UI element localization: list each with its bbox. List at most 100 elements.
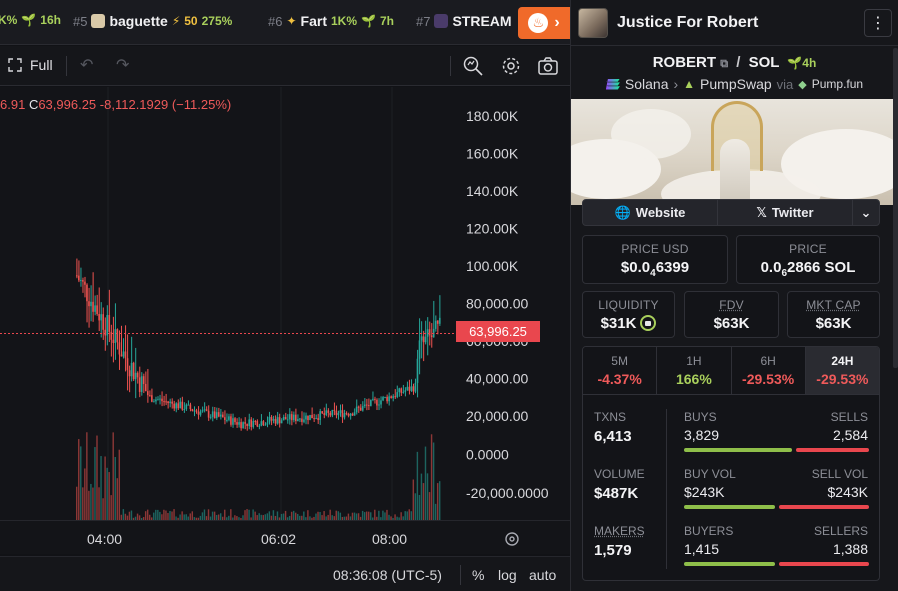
redo-icon[interactable]: ↷ [116,55,129,75]
lock-icon[interactable] [640,315,657,332]
liquidity-value-row: $31K [583,315,674,332]
token-logo-icon [91,14,106,28]
volume-bar [284,510,287,520]
candle-body [244,422,246,424]
volume-bar [246,509,248,520]
tab-change: -29.53% [742,371,795,387]
candle-body [333,409,336,411]
price-sol-zeros: 6 [781,268,788,279]
log-scale-toggle[interactable]: log [498,567,517,583]
volume-bar [290,511,293,520]
website-label: Website [635,205,686,220]
candle-body [90,301,92,307]
candle-body [357,406,360,408]
candle-body [292,414,295,421]
indicator-search-icon[interactable] [462,55,484,77]
volume-bar [434,503,437,520]
candle-body [434,320,437,329]
mktcap-label[interactable]: MKT CAP [788,298,879,312]
price-sol-int: 0.0 [760,259,782,276]
volume-bar [258,513,260,520]
tab-5m[interactable]: 5M -4.37% [583,347,658,394]
candle-body [274,419,277,424]
candle-body [315,418,317,420]
more-options-button[interactable]: ⋮ [864,9,892,37]
chain-name[interactable]: Solana [625,76,669,92]
fullscreen-button[interactable]: Full [8,57,53,73]
token-title: Justice For Robert [617,13,759,31]
volume-bar [410,511,413,520]
settings-icon[interactable] [503,530,521,548]
ticker-name: Fart [300,13,327,29]
kebab-icon: ⋮ [870,15,886,32]
candle-body [232,418,234,425]
volume-bar [122,509,125,520]
ticker-item[interactable]: #7 STREAM [416,13,512,29]
volume-bar [303,511,305,520]
camera-icon[interactable] [537,55,559,77]
token-avatar [578,7,608,38]
volume-bar [292,510,295,520]
copy-icon[interactable]: ⧉ [720,58,728,70]
candle-body [246,423,248,426]
time-axis[interactable]: 04:00 06:02 08:00 [0,520,570,554]
launchpad-name[interactable]: Pump.fun [812,77,863,91]
candle-body [94,305,96,312]
candle-body [313,418,315,420]
volume-bar [351,512,354,520]
candle-body [270,416,273,421]
ticker-item[interactable]: #5 baguette ⚡ 50 275% [73,13,232,29]
ticker-item[interactable]: K% 🌱 16h [0,13,61,27]
tab-24h[interactable]: 24H -29.53% [805,347,879,394]
candle-body [248,419,250,426]
tab-1h[interactable]: 1H 166% [657,347,732,394]
volume-bar [382,510,384,520]
twitter-button[interactable]: 𝕏 Twitter [718,200,853,225]
candlestick-plot[interactable]: 180.00K 160.00K 140.00K 120.00K 100.00K 80,00… [0,87,570,520]
gear-icon[interactable] [500,55,522,77]
volume-bar [219,513,222,520]
price-usd-label: PRICE USD [621,242,689,256]
candle-body [394,396,396,398]
candle-body [337,412,340,416]
candle-body [78,275,80,281]
candle-body [228,416,230,420]
volume-bar [76,486,78,520]
candle-body [116,329,119,343]
fdv-card: FDV $63K [684,291,779,338]
percent-scale-toggle[interactable]: % [472,567,484,583]
candle-body [136,372,139,378]
tab-label: 5M [611,354,628,368]
candle-body [260,421,263,426]
pair-quote: SOL [748,54,780,71]
tab-6h[interactable]: 6H -29.53% [731,347,806,394]
candle-body [347,413,350,416]
volume-bar [252,509,254,520]
panel-scrollbar[interactable] [893,48,898,368]
buyers-bar [684,562,775,566]
volume-bar [418,494,421,520]
trending-ticker: K% 🌱 16h #5 baguette ⚡ 50 275% #6 ✦ Fart… [0,0,570,45]
sells-value: 2,584 [832,427,868,443]
social-links: 🌐 Website 𝕏 Twitter ⌄ [582,199,880,226]
volume-bar [420,473,423,520]
dex-name[interactable]: PumpSwap [700,76,772,92]
volume-bar [163,509,165,520]
more-links-button[interactable]: ⌄ [853,200,879,225]
sells-bar [796,448,869,452]
volume-bar [244,510,246,520]
undo-icon[interactable]: ↶ [80,55,93,75]
auto-scale-toggle[interactable]: auto [529,567,556,583]
website-button[interactable]: 🌐 Website [583,200,718,225]
candle-body [321,411,323,414]
ticker-item[interactable]: #6 ✦ Fart 1K% 🌱 7h [268,13,394,29]
volume-bar [159,511,161,520]
price-chart[interactable]: 180.00K 160.00K 140.00K 120.00K 100.00K 80,00… [0,87,570,554]
candle-body [155,399,157,402]
makers-label[interactable]: MAKERS [594,524,645,538]
pumpswap-icon: ▲ [683,77,696,91]
volume-bar [295,512,297,520]
fdv-label[interactable]: FDV [685,298,778,312]
trending-fire-button[interactable]: ♨ › [518,7,570,39]
timeframe-tabs: 5M -4.37% 1H 166% 6H -29.53% 24H -29.53% [582,346,880,395]
